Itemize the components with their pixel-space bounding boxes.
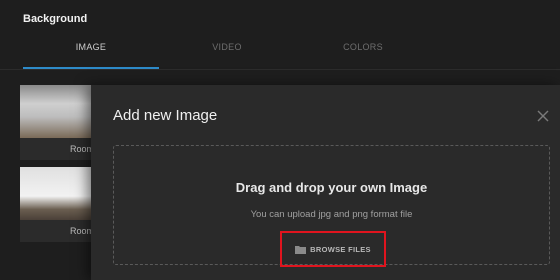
add-image-modal: Add new Image Drag and drop your own Ima… (91, 85, 560, 280)
tab-colors[interactable]: COLORS (295, 38, 431, 69)
dropzone-title: Drag and drop your own Image (235, 180, 428, 195)
panel-title: Background (23, 13, 88, 25)
dropzone-subtitle: You can upload jpg and png format file (250, 209, 413, 220)
tab-image-label: IMAGE (75, 42, 107, 52)
folder-icon (295, 245, 307, 254)
tab-video-label: VIDEO (212, 42, 242, 52)
modal-title: Add new Image (113, 107, 218, 124)
browse-files-button[interactable]: BROWSE FILES (280, 231, 386, 267)
image-dropzone[interactable]: Drag and drop your own Image You can upl… (113, 145, 550, 267)
active-tab-indicator (23, 67, 159, 69)
close-icon[interactable] (536, 109, 550, 123)
tab-image[interactable]: IMAGE (23, 38, 159, 69)
tab-colors-label: COLORS (343, 42, 383, 52)
tab-bar: IMAGE VIDEO COLORS (0, 38, 560, 70)
browse-files-label: BROWSE FILES (310, 244, 371, 254)
tab-video[interactable]: VIDEO (159, 38, 295, 69)
